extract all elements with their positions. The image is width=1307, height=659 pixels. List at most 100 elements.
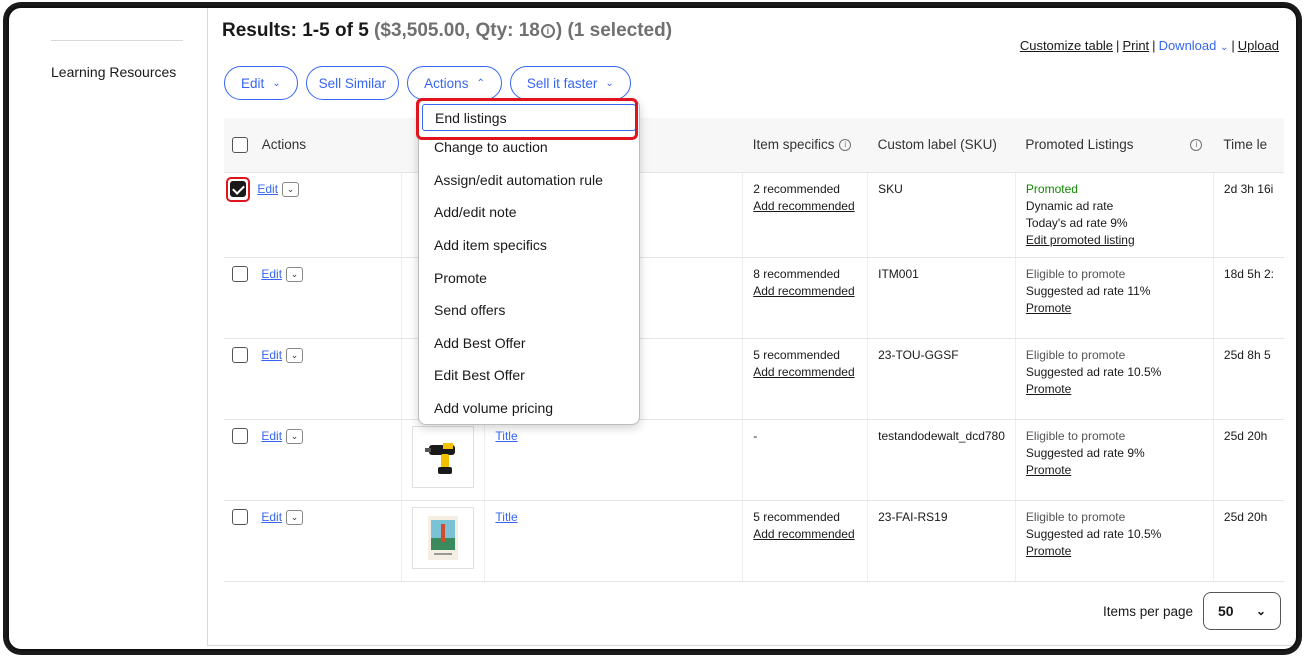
menu-item-promote[interactable]: Promote (419, 261, 639, 294)
sell-faster-button[interactable]: Sell it faster ⌄ (509, 66, 631, 100)
promoted-status: Eligible to promote (1025, 266, 1126, 281)
info-icon[interactable]: i (1190, 139, 1203, 152)
table-header-row: Actions Item specifics i Custom label (S… (224, 118, 1284, 173)
promoted-cell: Eligible to promote Suggested ad rate 9% P… (1015, 419, 1214, 501)
row-edit-link[interactable]: Edit (261, 510, 282, 524)
edit-button[interactable]: Edit ⌄ (224, 66, 298, 100)
promoted-cell: Eligible to promote Suggested ad rate 10.… (1015, 338, 1214, 420)
promoted-status: Eligible to promote (1025, 428, 1126, 443)
promote-link[interactable]: Promote (1026, 544, 1071, 558)
actions-header: Actions (224, 118, 402, 173)
item-thumbnail-poster[interactable] (412, 506, 475, 569)
title-cell: Title (484, 500, 744, 582)
row-checkbox-highlight (226, 176, 250, 202)
actions-button[interactable]: Actions ⌃ (407, 66, 502, 100)
item-specifics-cell: - (742, 419, 869, 501)
drill-image (425, 442, 456, 474)
promoted-listings-header[interactable]: Promoted Listings i (1015, 118, 1214, 173)
sku-cell: 23-FAI-RS19 (867, 500, 1016, 582)
bulk-action-bar: Edit ⌄ Sell Similar Actions ⌃ Sell it fast… (224, 66, 631, 100)
menu-item-send-offers[interactable]: Send offers (419, 294, 639, 327)
table-row: Edit ⌄ Title (224, 419, 1284, 501)
row-actions-cell: Edit ⌄ (224, 500, 403, 582)
upload-link[interactable]: Upload (1238, 38, 1279, 53)
item-title-link[interactable]: Title (495, 510, 517, 524)
results-total: ($3,505.00, Qty: 18 i) (374, 20, 563, 41)
actions-menu: End listings Change to auction Assign/ed… (418, 99, 640, 425)
chevron-down-icon[interactable]: ⌄ (286, 428, 304, 444)
item-specifics-header[interactable]: Item specifics i (742, 118, 868, 173)
row-edit-link[interactable]: Edit (261, 348, 282, 362)
row-actions-cell: Edit ⌄ (224, 257, 403, 339)
customize-table-link[interactable]: Customize table (1020, 38, 1113, 53)
menu-item-add-volume-pricing[interactable]: Add volume pricing (419, 392, 639, 424)
info-icon[interactable]: i (839, 139, 852, 152)
promote-link[interactable]: Promote (1026, 382, 1071, 396)
promoted-cell: Eligible to promote Suggested ad rate 10.… (1015, 500, 1214, 582)
sidebar-item-learning-resources[interactable]: Learning Resources (51, 64, 176, 80)
row-checkbox[interactable] (232, 266, 248, 283)
menu-item-automation-rule[interactable]: Assign/edit automation rule (419, 164, 639, 197)
results-summary: Results: 1-5 of 5 ($3,505.00, Qty: 18 i) … (222, 20, 672, 42)
listings-panel: Results: 1-5 of 5 ($3,505.00, Qty: 18 i) … (207, 8, 1296, 646)
chevron-down-icon[interactable]: ⌄ (286, 347, 304, 363)
time-left-cell: 25d 20h (1213, 419, 1284, 501)
promoted-cell: Eligible to promote Suggested ad rate 11%… (1015, 257, 1214, 339)
row-checkbox[interactable] (232, 509, 248, 526)
promoted-status: Promoted (1025, 181, 1078, 196)
items-per-page-select[interactable]: 50 ⌄ (1203, 592, 1281, 630)
row-edit-link[interactable]: Edit (261, 267, 282, 281)
results-count: Results: 1-5 of 5 (222, 20, 369, 41)
info-icon[interactable]: i (540, 24, 555, 38)
promote-link[interactable]: Promote (1026, 301, 1071, 315)
poster-image (428, 515, 459, 560)
item-specifics-cell: 2 recommended Add recommended (742, 172, 869, 258)
time-left-cell: 2d 3h 16i (1213, 172, 1284, 258)
sidebar-divider (51, 40, 183, 41)
table-tools: Customize table | Print | Download ⌄ | Upload (1019, 38, 1279, 53)
row-checkbox[interactable] (232, 428, 248, 445)
promoted-cell: Promoted Dynamic ad rate Today's ad rate 9… (1015, 172, 1214, 258)
menu-item-add-edit-note[interactable]: Add/edit note (419, 196, 639, 229)
selected-count: (1 selected) (567, 20, 673, 41)
sku-cell: 23-TOU-GGSF (867, 338, 1016, 420)
sku-cell: testandodewalt_dcd780 (867, 419, 1016, 501)
time-left-header[interactable]: Time le (1213, 118, 1284, 173)
row-actions-cell: Edit ⌄ (224, 172, 403, 258)
sidebar: Learning Resources (9, 8, 207, 649)
add-recommended-link[interactable]: Add recommended (753, 365, 854, 379)
item-specifics-cell: 5 recommended Add recommended (742, 500, 869, 582)
edit-promoted-listing-link[interactable]: Edit promoted listing (1026, 233, 1135, 247)
menu-item-add-best-offer[interactable]: Add Best Offer (419, 327, 639, 360)
promote-link[interactable]: Promote (1026, 463, 1071, 477)
table-row: Edit ⌄ 5 recommended Add recommended 23-TO… (224, 338, 1284, 420)
pagination-controls: Items per page 50 ⌄ (1103, 592, 1281, 630)
print-link[interactable]: Print (1122, 38, 1149, 53)
table-row: Edit ⌄ Title (224, 500, 1284, 582)
custom-label-header[interactable]: Custom label (SKU) (867, 118, 1016, 173)
row-edit-link[interactable]: Edit (261, 429, 282, 443)
chevron-down-icon[interactable]: ⌄ (286, 509, 304, 525)
end-listings-highlight (416, 98, 638, 140)
row-checkbox[interactable] (232, 347, 248, 364)
item-thumbnail-drill[interactable] (412, 425, 475, 488)
add-recommended-link[interactable]: Add recommended (753, 199, 854, 213)
item-specifics-cell: 8 recommended Add recommended (742, 257, 869, 339)
row-edit-link[interactable]: Edit (257, 182, 278, 196)
add-recommended-link[interactable]: Add recommended (753, 284, 854, 298)
menu-item-edit-best-offer[interactable]: Edit Best Offer (419, 359, 639, 392)
sell-similar-button[interactable]: Sell Similar (305, 66, 400, 100)
photo-cell (401, 419, 486, 501)
menu-item-add-item-specifics[interactable]: Add item specifics (419, 229, 639, 262)
add-recommended-link[interactable]: Add recommended (753, 527, 854, 541)
sku-cell: ITM001 (867, 257, 1016, 339)
chevron-down-icon[interactable]: ⌄ (282, 181, 300, 197)
row-checkbox[interactable] (230, 181, 246, 198)
download-dropdown[interactable]: Download ⌄ (1159, 38, 1229, 53)
item-title-link[interactable]: Title (495, 429, 517, 443)
chevron-down-icon: ⌄ (272, 77, 281, 89)
table-row: Edit ⌄ 2 recommended Add recommended SKU P… (224, 172, 1284, 258)
chevron-down-icon[interactable]: ⌄ (286, 266, 304, 282)
select-all-checkbox[interactable] (232, 136, 248, 153)
title-cell: Title (484, 419, 744, 501)
